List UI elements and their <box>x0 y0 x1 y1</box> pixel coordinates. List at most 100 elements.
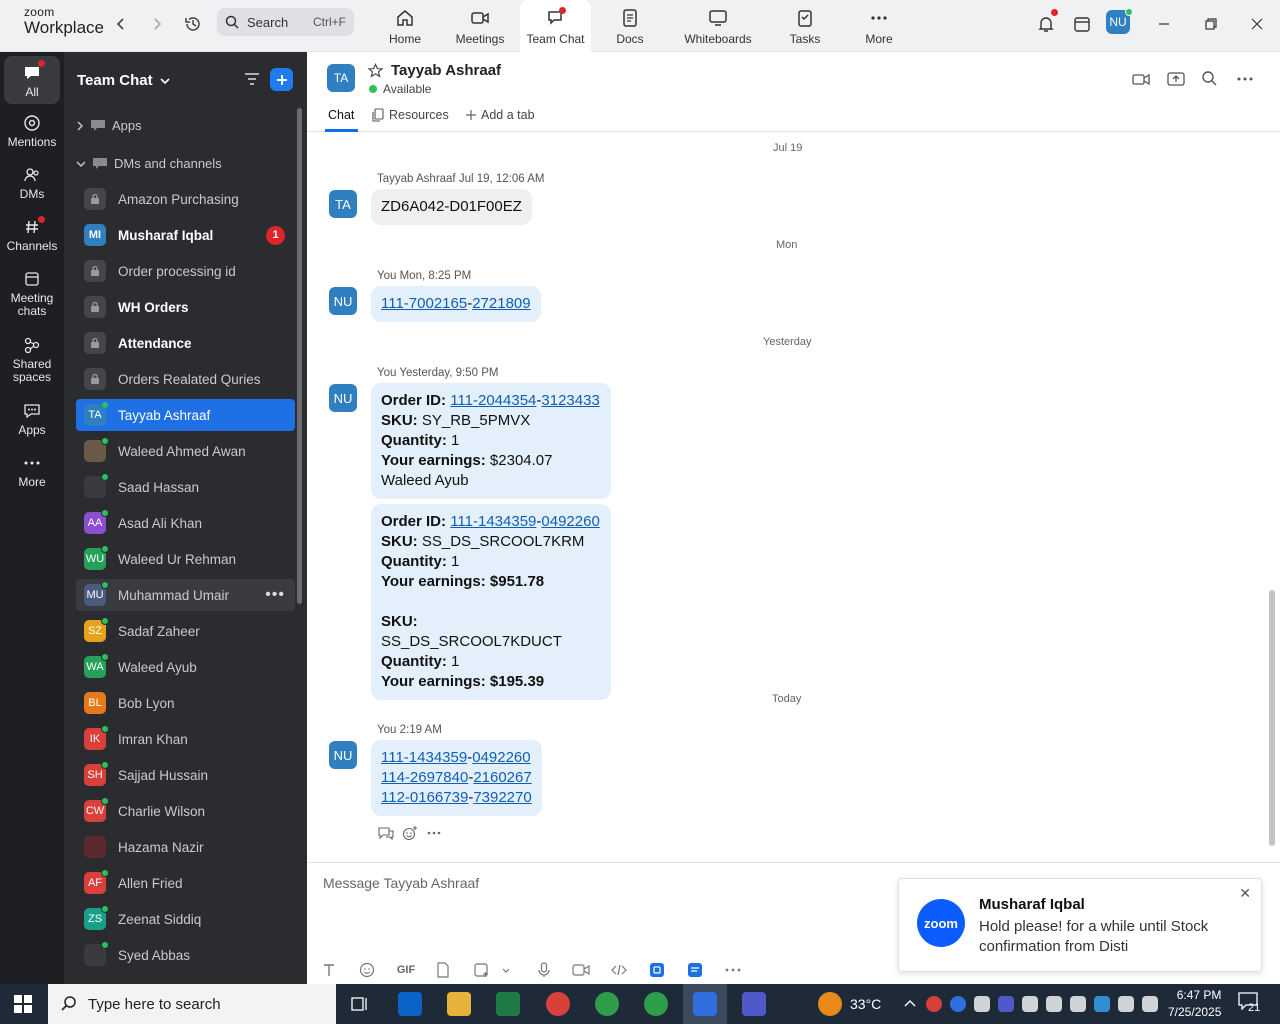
taskbar-clock[interactable]: 6:47 PM 7/25/2025 <box>1168 987 1221 1021</box>
section-apps[interactable]: Apps <box>76 118 142 133</box>
back-arrow-icon[interactable] <box>109 12 133 36</box>
tab-meetings[interactable]: Meetings <box>450 0 510 52</box>
rail-channels[interactable]: Channels <box>4 218 60 253</box>
order-link[interactable]: 0492260 <box>541 513 599 530</box>
order-link[interactable]: 112-0166739 <box>381 789 468 806</box>
tray-chrome-icon[interactable] <box>926 996 942 1012</box>
sidebar-scrollbar[interactable] <box>297 108 302 604</box>
app-integration-icon[interactable] <box>649 961 665 979</box>
task-view-icon[interactable] <box>350 994 370 1014</box>
chat-list-item[interactable]: TA Tayyab Ashraaf <box>76 399 295 431</box>
chevron-up-icon[interactable] <box>903 998 917 1008</box>
toast-close-icon[interactable]: ✕ <box>1239 885 1251 902</box>
chat-list-item[interactable]: IK Imran Khan <box>76 723 295 755</box>
file-icon[interactable] <box>436 961 450 979</box>
message-avatar[interactable]: TA <box>329 190 357 218</box>
contact-name[interactable]: Tayyab Ashraaf <box>391 62 501 79</box>
order-link[interactable]: 0492260 <box>472 749 530 766</box>
tab-team-chat[interactable]: Team Chat <box>520 0 591 52</box>
notification-toast[interactable]: zoom Musharaf Iqbal Hold please! for a w… <box>898 878 1262 972</box>
rail-more[interactable]: More <box>4 454 60 489</box>
chat-list-item[interactable]: AF Allen Fried <box>76 867 295 899</box>
message-bubble[interactable]: ZD6A042-D01F00EZ <box>371 189 532 225</box>
volume-icon[interactable] <box>1142 996 1158 1012</box>
excel-icon[interactable] <box>496 992 520 1016</box>
chat-list-item[interactable]: AA Asad Ali Khan <box>76 507 295 539</box>
chat-list-item[interactable]: SH Sajjad Hussain <box>76 759 295 791</box>
chat-list-item[interactable]: WH Orders <box>76 291 295 323</box>
emoji-icon[interactable] <box>359 961 375 979</box>
microphone-icon[interactable] <box>537 961 551 979</box>
search-icon[interactable] <box>1201 70 1217 86</box>
order-link[interactable]: 3123433 <box>541 392 599 409</box>
notification-center-icon[interactable]: 21 <box>1238 992 1264 1016</box>
order-link[interactable]: 2721809 <box>472 295 530 312</box>
weather-icon[interactable] <box>818 992 842 1016</box>
reply-icon[interactable] <box>378 826 394 840</box>
tab-home[interactable]: Home <box>380 0 430 52</box>
file-explorer-icon[interactable] <box>447 992 471 1016</box>
forward-arrow-icon[interactable] <box>145 12 169 36</box>
star-icon[interactable] <box>368 63 383 78</box>
code-icon[interactable] <box>610 961 628 979</box>
chat-list-item[interactable]: ZS Zeenat Siddiq <box>76 903 295 935</box>
tab-docs[interactable]: Docs <box>605 0 655 52</box>
add-tab-button[interactable]: Add a tab <box>465 108 535 122</box>
message-bubble[interactable]: 111-1434359-0492260 114-2697840-2160267 … <box>371 740 542 816</box>
chat-list-item[interactable]: MI Musharaf Iqbal 1 <box>76 219 295 251</box>
rail-apps[interactable]: Apps <box>4 402 60 437</box>
chat-list-item[interactable]: Waleed Ahmed Awan <box>76 435 295 467</box>
chrome-profile-2-icon[interactable] <box>644 992 668 1016</box>
message-avatar[interactable]: NU <box>329 741 357 769</box>
section-dms[interactable]: DMs and channels <box>76 156 222 171</box>
emoji-react-icon[interactable] <box>402 825 418 841</box>
tray-app-5-icon[interactable] <box>1094 996 1110 1012</box>
video-message-icon[interactable] <box>572 961 590 979</box>
rail-meeting-chats[interactable]: Meeting chats <box>4 270 60 318</box>
chat-list-item[interactable]: Attendance <box>76 327 295 359</box>
taskbar-search[interactable]: Type here to search <box>48 984 336 1024</box>
tab-more[interactable]: More <box>855 0 903 52</box>
chat-list-item[interactable]: Syed Abbas <box>76 939 295 971</box>
chat-list-item[interactable]: SZ Sadaf Zaheer <box>76 615 295 647</box>
chat-list-item[interactable]: Saad Hassan <box>76 471 295 503</box>
zoom-taskbar-item[interactable] <box>683 984 727 1024</box>
message-bubble[interactable]: 111-7002165-2721809 <box>371 286 541 322</box>
message-avatar[interactable]: NU <box>329 287 357 315</box>
chat-list-item[interactable]: BL Bob Lyon <box>76 687 295 719</box>
chat-list-item[interactable]: Orders Realated Quries <box>76 363 295 395</box>
tab-chat[interactable]: Chat <box>328 108 354 122</box>
order-link[interactable]: 114-2697840 <box>381 769 468 786</box>
message-avatar[interactable]: NU <box>329 384 357 412</box>
rail-all[interactable]: All <box>4 56 60 104</box>
tray-app-3-icon[interactable] <box>1046 996 1062 1012</box>
order-link[interactable]: 7392270 <box>473 789 531 806</box>
tab-resources[interactable]: Resources <box>371 108 449 122</box>
chat-list-item[interactable]: MU Muhammad Umair ••• <box>76 579 295 611</box>
filter-icon[interactable] <box>244 72 260 86</box>
message-more-icon[interactable] <box>427 831 441 835</box>
restore-icon[interactable] <box>1199 12 1223 36</box>
chat-list-item[interactable]: Amazon Purchasing <box>76 183 295 215</box>
composer-more-icon[interactable] <box>725 961 741 979</box>
rail-shared-spaces[interactable]: Shared spaces <box>4 336 60 384</box>
order-link[interactable]: 111-2044354 <box>450 392 536 409</box>
chat-list-item[interactable]: Order processing id <box>76 255 295 287</box>
chat-scrollbar[interactable] <box>1269 590 1275 846</box>
outlook-icon[interactable] <box>398 992 422 1016</box>
order-bubble-2[interactable]: Order ID: 111-1434359-0492260 SKU: SS_DS… <box>371 504 611 700</box>
chat-list-item[interactable]: CW Charlie Wilson <box>76 795 295 827</box>
screenshot-icon[interactable] <box>473 961 489 979</box>
network-icon[interactable] <box>1118 996 1134 1012</box>
tab-whiteboards[interactable]: Whiteboards <box>680 0 756 52</box>
tray-zoom-icon[interactable] <box>950 996 966 1012</box>
chrome-icon[interactable] <box>546 992 570 1016</box>
windows-start-icon[interactable] <box>14 995 32 1013</box>
order-link[interactable]: 111-1434359 <box>450 513 536 530</box>
new-chat-button[interactable] <box>270 68 293 91</box>
chat-list-item[interactable]: Hazama Nazir <box>76 831 295 863</box>
chrome-profile-icon[interactable] <box>595 992 619 1016</box>
item-more-icon[interactable]: ••• <box>265 586 285 604</box>
order-link[interactable]: 2160267 <box>473 769 531 786</box>
tray-app-2-icon[interactable] <box>1022 996 1038 1012</box>
